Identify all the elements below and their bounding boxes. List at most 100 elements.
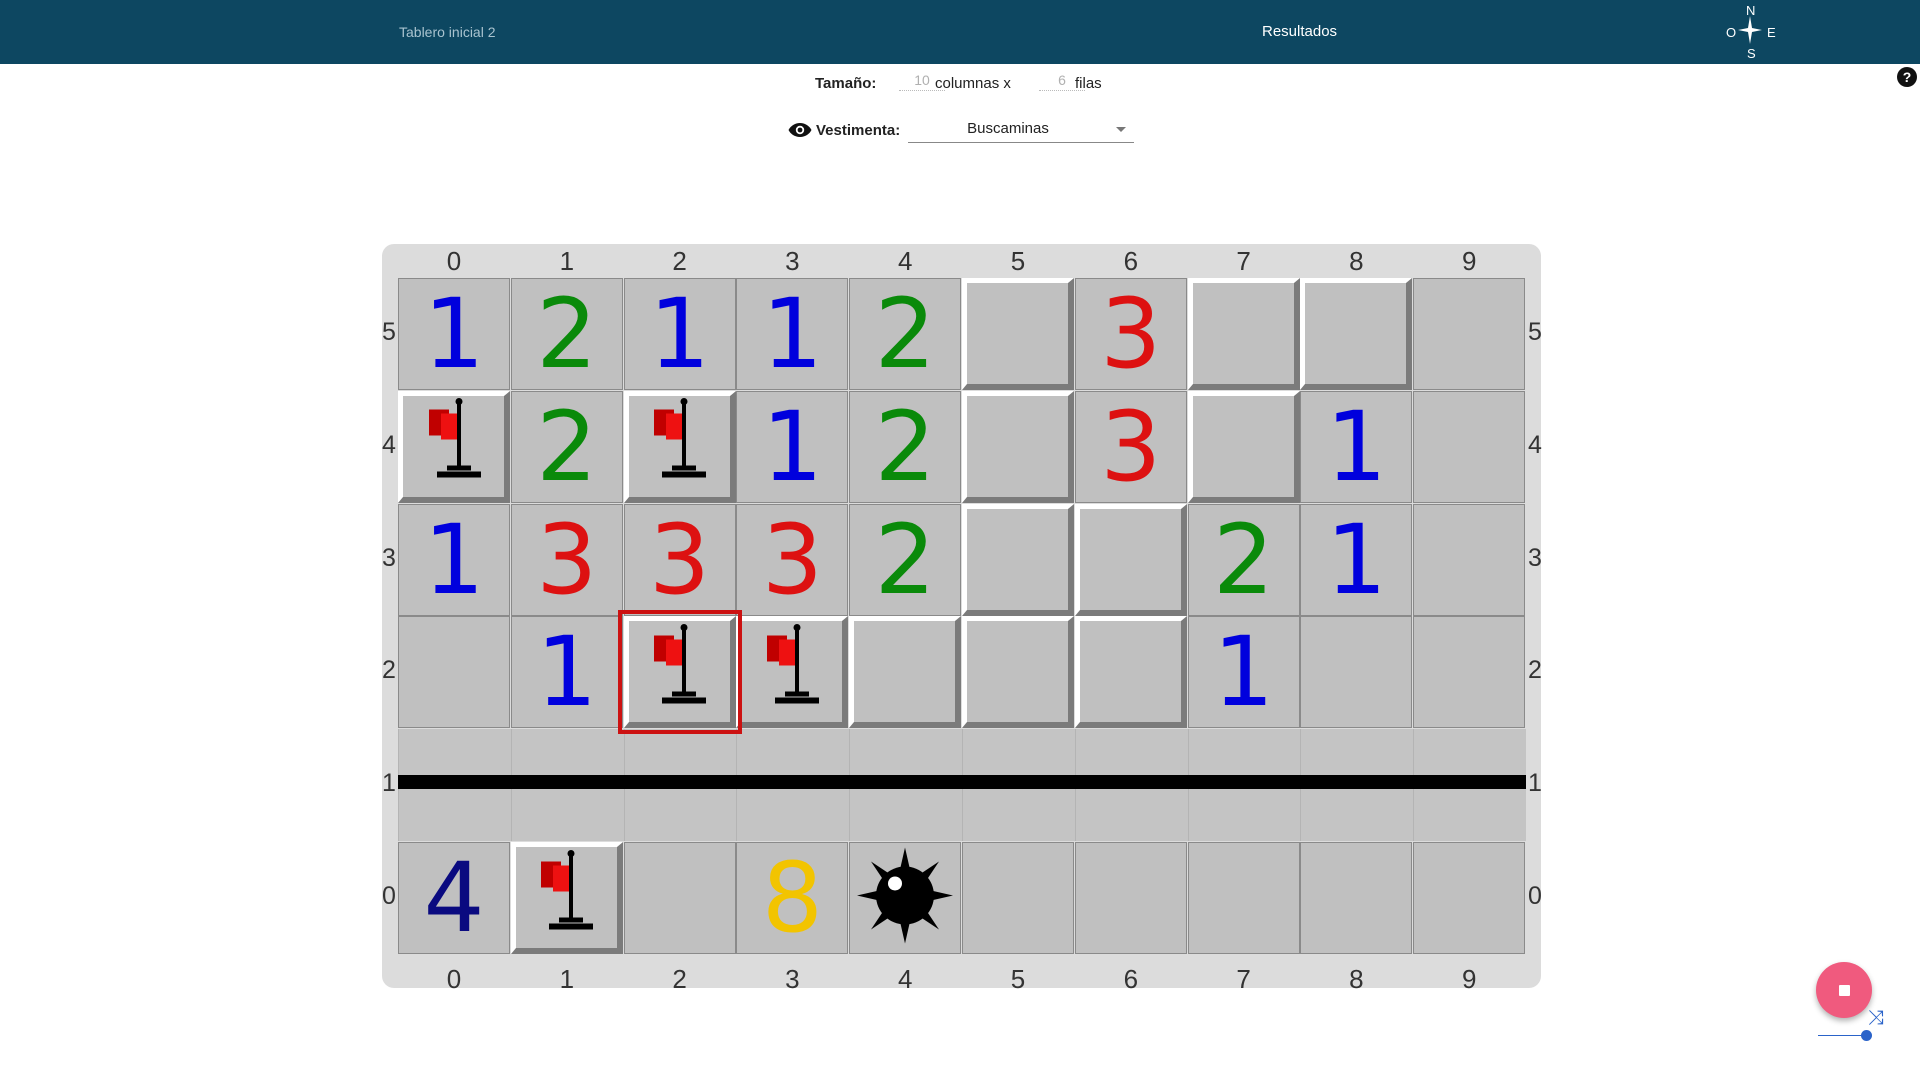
board-cell[interactable]: 1 [1300,390,1413,503]
column-label-top: 9 [1461,246,1477,276]
board-cell[interactable]: 1 [510,616,623,729]
board-cell[interactable] [623,390,736,503]
board-cell[interactable] [1413,616,1526,729]
tab-results[interactable]: Resultados [1262,23,1337,40]
column-label-bottom: 0 [446,964,462,994]
column-label-bottom: 7 [1236,964,1251,994]
board-cell[interactable]: 1 [398,503,510,616]
row-label-right: 5 [1528,318,1542,346]
column-label-bottom: 8 [1349,964,1364,994]
row-label-left: 4 [382,430,396,459]
cell-number: 1 [536,616,598,729]
column-label-top: 0 [446,246,462,276]
column-label-top: 3 [785,246,800,276]
board-cell[interactable] [849,616,962,729]
cell-number: 3 [761,503,823,616]
board-cell-selected[interactable] [617,610,742,735]
board-cell[interactable] [1300,616,1413,729]
board-cell[interactable] [1074,616,1187,729]
board-cell[interactable] [398,390,510,503]
board-cell[interactable] [1187,278,1300,390]
row-label-left: 1 [382,769,396,798]
board-cell[interactable]: 1 [398,278,510,390]
board-cell[interactable] [1413,503,1526,616]
board-cell[interactable] [962,616,1074,729]
column-label-bottom: 1 [559,964,575,994]
tab-initial-board[interactable]: Tablero inicial 2 [399,24,496,40]
board-cell[interactable]: 1 [1187,616,1300,729]
cell-number: 1 [761,278,823,390]
row-label-left: 3 [382,543,396,572]
cell-number: 1 [1325,390,1387,503]
row-label-left: 0 [382,882,396,910]
column-label-top: 5 [1010,246,1026,276]
board-cell[interactable]: 2 [849,278,962,390]
compass-west: O [1726,25,1737,40]
board-cell[interactable] [510,842,623,954]
board-cell[interactable]: 2 [1187,503,1300,616]
board-cell[interactable] [1300,842,1413,954]
mine-icon [855,846,955,951]
board-cell[interactable] [849,842,962,954]
flag-icon [636,396,716,491]
board-cell[interactable]: 1 [736,390,849,503]
board-cell[interactable] [1300,278,1413,390]
board-cell[interactable] [736,616,849,729]
cell-number: 1 [1325,503,1387,616]
board-cell[interactable]: 2 [510,278,623,390]
flag-icon [523,847,603,942]
board-cell[interactable] [1413,390,1526,503]
cell-number: 1 [649,278,711,390]
compass-icon[interactable]: N O E S [1722,2,1778,62]
column-label-bottom: 5 [1010,964,1026,994]
board-cell[interactable] [623,842,736,954]
board-cell[interactable] [962,390,1074,503]
flag-icon [636,621,716,716]
row-label-right: 3 [1528,543,1542,572]
board-cell[interactable]: 1 [1300,503,1413,616]
board-cell[interactable]: 4 [398,842,510,954]
cell-number: 1 [423,278,485,390]
board-cell[interactable] [962,503,1074,616]
outfit-select[interactable]: Buscaminas [908,118,1134,143]
board-cell[interactable]: 2 [510,390,623,503]
board-cell[interactable]: 3 [510,503,623,616]
board-cell[interactable] [1413,842,1526,954]
stop-button[interactable] [1816,962,1872,1018]
compass-south: S [1747,46,1756,61]
board-cell[interactable]: 3 [623,503,736,616]
board-cell[interactable] [1187,390,1300,503]
row-label-left: 2 [382,656,396,685]
board-cell[interactable] [1074,503,1187,616]
row-label-right: 1 [1528,769,1542,798]
board-cell[interactable] [398,616,510,729]
column-label-bottom: 3 [785,964,800,994]
board-cell[interactable]: 1 [623,278,736,390]
cell-number: 2 [536,390,598,503]
board-cell[interactable] [1413,278,1526,390]
cell-number: 3 [1100,278,1162,390]
board-cell[interactable] [1187,842,1300,954]
board-cell[interactable] [962,842,1074,954]
minesweeper-board: 0011223344556677889955121123442123133133… [382,244,1542,994]
board-cell[interactable]: 3 [1074,390,1187,503]
speed-slider-track [1818,1035,1866,1036]
board-cell[interactable]: 2 [849,503,962,616]
speed-slider[interactable] [1818,1029,1872,1043]
column-label-bottom: 6 [1123,964,1139,994]
board-cell[interactable] [962,278,1074,390]
board-cell[interactable]: 8 [736,842,849,954]
speed-slider-thumb[interactable] [1861,1030,1872,1041]
row-label-right: 0 [1528,882,1542,910]
board-cell[interactable]: 1 [736,278,849,390]
help-icon[interactable]: ? [1897,67,1917,87]
row-label-right: 2 [1528,656,1542,685]
board-cell[interactable]: 3 [1074,278,1187,390]
board-cell[interactable]: 3 [736,503,849,616]
board-cell[interactable]: 2 [849,390,962,503]
column-label-top: 1 [559,246,575,276]
shuffle-icon[interactable]: ⤨ [1868,1007,1884,1030]
board-cell[interactable] [1074,842,1187,954]
column-label-bottom: 2 [672,964,687,994]
cell-number: 2 [1213,503,1275,616]
